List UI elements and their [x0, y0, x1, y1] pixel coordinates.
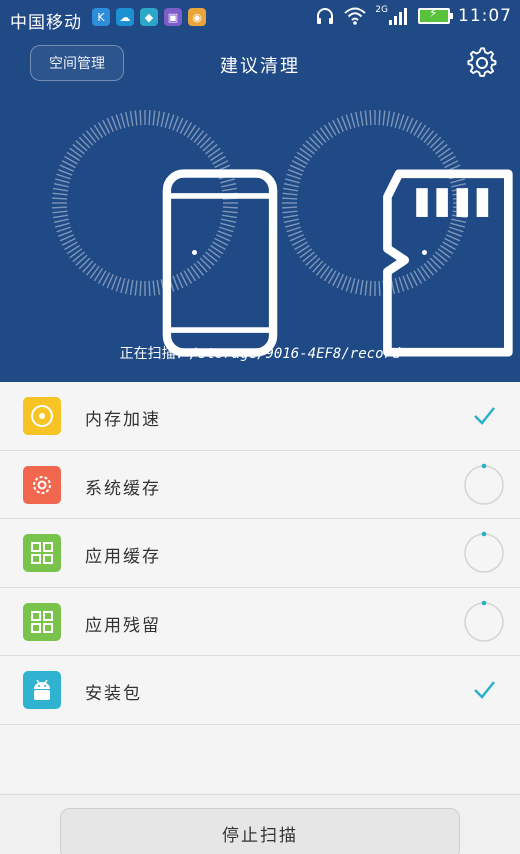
signal-icon [389, 8, 407, 25]
circle-k-icon: K [92, 8, 110, 26]
headphones-icon [317, 8, 334, 24]
scan-path: /storage/9016-4EF8/record [189, 346, 401, 362]
internal-storage-ring [50, 108, 278, 357]
tile [23, 465, 61, 504]
progress-spinner-icon [464, 531, 504, 573]
tile [23, 671, 61, 709]
scan-header: 中国移动 K ☁ ◆ ▣ ◉ 2G ⚡ 11:07 空间管理 建议清理 正在扫描… [0, 0, 520, 382]
cloud-icon: ☁ [116, 8, 134, 26]
system-icons: 2G ⚡ 11:07 [315, 5, 512, 26]
scan-status-label: 正在扫描： [119, 346, 190, 362]
list-item[interactable]: 内存加速 [0, 382, 520, 451]
sd-card-icon [383, 169, 513, 357]
wifi-icon [344, 7, 366, 25]
carrier-label: 中国移动 [10, 13, 82, 33]
android-icon [34, 679, 50, 700]
list-item-label: 应用缓存 [85, 547, 161, 567]
bottom-bar: 停止扫描 [0, 794, 520, 854]
gear-icon [33, 475, 51, 494]
photo-icon: ▣ [164, 8, 182, 26]
checkmark-icon [474, 407, 495, 425]
list-item[interactable]: 应用缓存 [0, 519, 520, 588]
list-item[interactable]: 系统缓存 [0, 450, 520, 519]
tile [23, 534, 61, 572]
progress-spinner-icon [464, 600, 504, 642]
network-type-label: 2G [375, 5, 388, 15]
list-item[interactable]: 应用残留 [0, 587, 520, 656]
gear-icon[interactable] [466, 47, 498, 79]
grid-icon [31, 610, 53, 633]
list-item-label: 系统缓存 [85, 478, 161, 499]
android-store-icon: ◆ [140, 8, 158, 26]
progress-spinner-icon [464, 463, 504, 505]
list-item-label: 应用残留 [85, 615, 161, 636]
list-item-label: 安装包 [85, 684, 142, 704]
tile [23, 397, 61, 435]
sd-card-ring [280, 108, 513, 357]
speed-dial-icon [31, 405, 53, 427]
notification-icons: K ☁ ◆ ▣ ◉ [92, 8, 206, 26]
list-item[interactable]: 安装包 [0, 656, 520, 725]
list-item-label: 内存加速 [85, 410, 161, 430]
scan-status: 正在扫描：/storage/9016-4EF8/record [0, 343, 520, 363]
stop-scan-button[interactable]: 停止扫描 [60, 808, 460, 854]
checkmark-icon [474, 681, 495, 699]
page-title: 建议清理 [220, 56, 300, 77]
tile [23, 602, 61, 641]
clock: 11:07 [458, 6, 512, 26]
battery-icon: ⚡ [418, 6, 453, 24]
status-bar: 中国移动 K ☁ ◆ ▣ ◉ 2G ⚡ 11:07 [0, 0, 520, 34]
grid-icon [31, 542, 53, 564]
cleanup-list: 内存加速 系统缓存 应用缓存 应用残留 安装包 [0, 382, 520, 725]
maps-pin-icon: ◉ [188, 8, 206, 26]
